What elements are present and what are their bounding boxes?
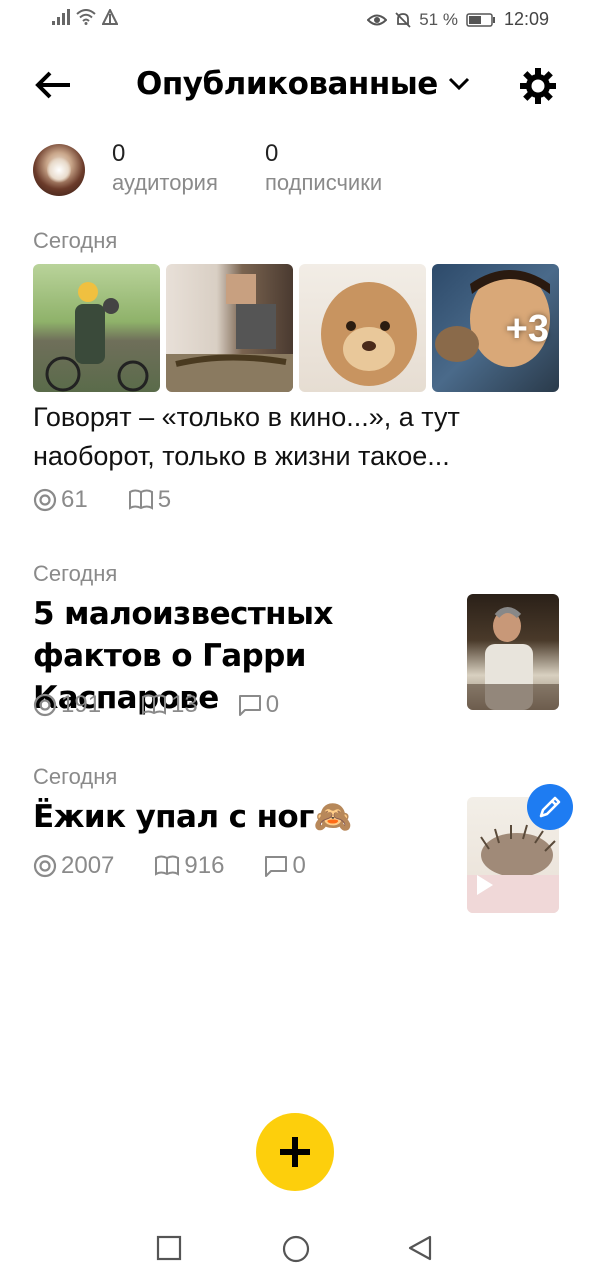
edit-button[interactable] [527,784,573,830]
post-date: Сегодня [33,228,118,253]
eye-icon [367,14,388,25]
gallery-photo [299,264,426,392]
comments-metric: 0 [264,852,306,880]
comments-metric: 0 [238,691,279,719]
reads-count: 5 [157,486,172,513]
eye-icon [33,854,57,878]
gallery-photo [166,264,293,392]
battery-icon [466,12,495,27]
comments-count: 0 [265,691,280,718]
reads-count: 916 [184,852,225,879]
status-right: 51 % 12:09 [367,9,549,30]
status-left [52,9,118,25]
data-icon [102,9,118,25]
comment-icon [238,695,261,716]
post-metrics: 2007 916 0 [33,852,306,880]
photo-gallery: +3 [33,264,559,392]
post-metrics: 61 5 [33,486,171,514]
audience-value: 0 [112,140,126,167]
create-post-button[interactable] [256,1113,334,1191]
reads-metric: 916 [154,852,224,880]
profile-stats: 0 аудитория 0 подписчики [33,140,563,210]
triangle-back-icon [408,1235,432,1261]
reads-count: 13 [171,691,198,718]
chevron-down-icon [448,77,469,91]
gallery-photo [33,264,160,392]
views-count: 2007 [61,852,115,879]
post-thumbnail [467,594,559,710]
page-title: Опубликованные [136,66,438,102]
arrow-left-icon [35,71,70,99]
post-date: Сегодня [33,764,118,789]
views-metric: 61 [33,486,88,514]
signal-icon [52,9,70,25]
post-metrics: 191 13 0 [33,691,279,719]
comment-icon [265,856,288,877]
book-icon [128,489,153,510]
battery-percent: 51 % [419,9,458,29]
wifi-icon [76,9,96,25]
eye-icon [33,488,57,512]
square-icon [156,1235,182,1261]
home-button[interactable] [281,1234,311,1264]
book-icon [142,694,167,715]
views-metric: 2007 [33,852,114,880]
avatar[interactable] [33,144,85,196]
views-count: 191 [61,691,102,718]
system-nav-bar [0,1220,591,1280]
circle-icon [282,1235,310,1263]
plus-icon [280,1137,310,1167]
subscribers-value: 0 [265,140,279,167]
mute-icon [395,11,411,28]
more-photos-count: +3 [505,308,549,350]
post-card[interactable]: Сегодня +3 Говорят – «только в кино...»,… [33,228,559,518]
views-count: 61 [61,486,88,513]
reads-metric: 5 [128,486,171,514]
audience-stat: 0 аудитория [112,140,218,196]
gear-icon [520,68,556,104]
post-card[interactable]: Сегодня Ёжик упал с ног🙈 2007 916 0 [33,764,573,924]
post-card[interactable]: Сегодня 5 малоизвестных фактов о Гарри К… [33,561,559,721]
post-date: Сегодня [33,561,118,586]
back-button[interactable] [34,68,74,102]
views-metric: 191 [33,691,101,719]
subscribers-stat: 0 подписчики [265,140,382,196]
book-icon [155,855,180,876]
back-nav-button[interactable] [406,1234,436,1264]
post-title: Ёжик упал с ног🙈 [33,799,352,835]
clock: 12:09 [503,9,549,29]
post-text: Говорят – «только в кино...», а тут наоб… [33,402,460,471]
status-bar: 51 % 12:09 [0,0,591,40]
comments-count: 0 [292,852,306,879]
gallery-photo: +3 [432,264,559,392]
section-dropdown[interactable]: Опубликованные [136,66,470,102]
top-bar: Опубликованные [0,58,591,114]
recent-apps-button[interactable] [155,1234,185,1264]
reads-metric: 13 [141,691,198,719]
eye-icon [33,693,57,717]
subscribers-label: подписчики [265,170,383,195]
settings-button[interactable] [518,66,558,106]
pencil-icon [539,796,561,818]
audience-label: аудитория [112,170,218,195]
